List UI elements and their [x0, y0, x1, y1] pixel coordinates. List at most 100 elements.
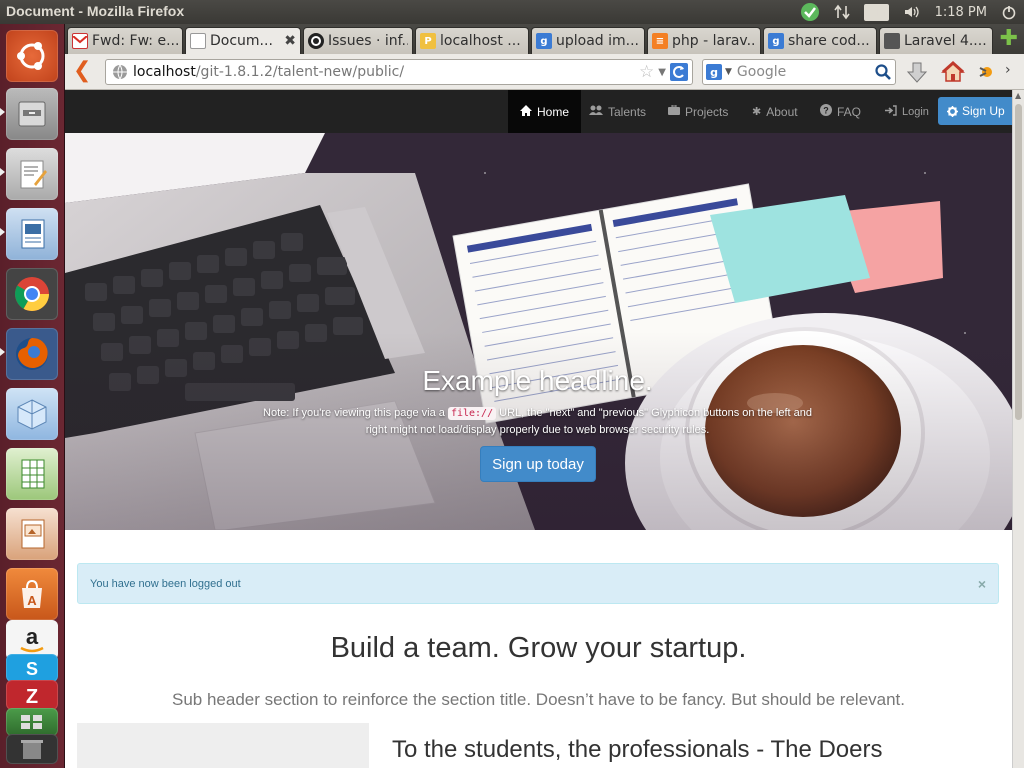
volume-icon[interactable]	[903, 4, 921, 20]
url-host: localhost	[133, 64, 196, 80]
nav-faq[interactable]: ? FAQ	[820, 90, 861, 133]
laravel-icon	[884, 33, 900, 49]
site-navbar: Home Talents Projects ✱ About ? FAQ Logi…	[65, 90, 1012, 133]
tab-label: upload im...	[556, 33, 640, 49]
tab-localhost[interactable]: P localhost ...	[415, 27, 529, 54]
hero-caption: Example headline. Note: If you're viewin…	[260, 365, 815, 438]
login-icon	[885, 104, 897, 119]
tab-document[interactable]: Docum... ✖	[185, 27, 301, 54]
workspace-switcher-icon[interactable]	[6, 708, 58, 736]
unity-launcher: A a S Z	[0, 24, 65, 768]
sync-icon[interactable]	[800, 2, 820, 22]
scrollbar-thumb[interactable]	[1015, 104, 1022, 420]
pma-icon: P	[420, 33, 436, 49]
hero-note-code: file://	[447, 407, 497, 420]
ubuntu-dash-icon[interactable]	[6, 30, 58, 82]
github-icon	[308, 33, 324, 49]
downloads-icon[interactable]	[905, 61, 929, 89]
tab-label: localhost ...	[440, 33, 521, 49]
firefox-window: Fwd: Fw: e... Docum... ✖ Issues · inf...…	[65, 24, 1024, 768]
virtualbox-icon[interactable]	[6, 388, 58, 440]
tab-strip: Fwd: Fw: e... Docum... ✖ Issues · inf...…	[65, 24, 1024, 54]
tab-stackoverflow[interactable]: ≡ php - larav...	[647, 27, 761, 54]
vertical-scrollbar[interactable]: ▲	[1012, 90, 1024, 768]
page-content: Home Talents Projects ✱ About ? FAQ Logi…	[65, 90, 1012, 768]
new-tab-button[interactable]: ✚	[1000, 28, 1018, 50]
nav-home[interactable]: Home	[508, 90, 582, 133]
hero-note-before: Note: If you're viewing this page via a	[263, 407, 445, 419]
nav-signup-button[interactable]: Sign Up	[938, 97, 1012, 125]
magnifier-icon[interactable]	[875, 64, 891, 80]
gmail-icon	[72, 33, 88, 49]
system-tray: En 1:18 PM	[793, 0, 1024, 24]
nav-login-label: Login	[902, 105, 929, 118]
alert-close-icon[interactable]: ×	[978, 576, 986, 592]
files-icon[interactable]	[6, 88, 58, 140]
doers-heading: To the students, the professionals - The…	[392, 736, 883, 763]
briefcase-icon	[668, 104, 680, 118]
nav-talents[interactable]: Talents	[589, 90, 646, 133]
google-search-engine-icon[interactable]: g	[706, 64, 722, 80]
text-editor-icon[interactable]	[6, 148, 58, 200]
libreoffice-writer-icon[interactable]	[6, 208, 58, 260]
logout-alert: You have now been logged out ×	[77, 563, 999, 604]
chrome-icon[interactable]	[6, 268, 58, 320]
navigation-toolbar: ❮ localhost/git-1.8.1.2/talent-new/publi…	[65, 54, 1024, 90]
libreoffice-impress-icon[interactable]	[6, 508, 58, 560]
engine-dropdown-icon[interactable]: ▼	[725, 67, 732, 77]
url-bar[interactable]: localhost/git-1.8.1.2/talent-new/public/…	[105, 59, 693, 85]
addon-icon[interactable]	[977, 62, 997, 86]
stackoverflow-icon: ≡	[652, 33, 668, 49]
google-icon: g	[536, 33, 552, 49]
dropdown-arrow-icon[interactable]: ▼	[658, 67, 666, 78]
tab-upload-images[interactable]: g upload im...	[531, 27, 645, 54]
nav-about[interactable]: ✱ About	[752, 90, 798, 133]
signup-label: Sign Up	[962, 104, 1005, 118]
question-icon: ?	[820, 104, 832, 119]
software-center-icon[interactable]: A	[6, 568, 58, 620]
tab-label: Docum...	[210, 33, 273, 49]
search-box[interactable]: g ▼ Google	[702, 59, 896, 85]
svg-text:S: S	[26, 659, 38, 679]
home-icon	[520, 104, 532, 119]
filezilla-icon[interactable]: Z	[6, 680, 58, 710]
trash-icon[interactable]	[6, 734, 58, 764]
tab-label: share cod...	[788, 33, 870, 49]
hero-note: Note: If you're viewing this page via a …	[260, 405, 815, 438]
nav-projects-label: Projects	[685, 104, 729, 119]
bookmark-star-icon[interactable]: ☆	[639, 62, 654, 82]
search-placeholder: Google	[736, 64, 787, 80]
libreoffice-calc-icon[interactable]	[6, 448, 58, 500]
tab-label: Fwd: Fw: e...	[92, 33, 178, 49]
clock[interactable]: 1:18 PM	[935, 5, 987, 20]
globe-icon[interactable]	[112, 64, 128, 80]
blank-page-icon	[190, 33, 206, 49]
users-icon	[589, 105, 603, 118]
keyboard-layout-indicator[interactable]: En	[864, 3, 889, 21]
power-icon[interactable]	[1001, 4, 1017, 20]
tab-github-issues[interactable]: Issues · inf...	[303, 27, 413, 54]
reload-icon[interactable]	[670, 63, 688, 81]
home-button-icon[interactable]	[941, 60, 965, 88]
skype-icon[interactable]: S	[6, 654, 58, 682]
network-icon[interactable]	[834, 4, 851, 20]
signup-today-button[interactable]: Sign up today	[480, 446, 596, 482]
tab-share-code[interactable]: g share cod...	[763, 27, 877, 54]
nav-login[interactable]: Login	[885, 90, 929, 133]
tab-label: php - larav...	[672, 33, 756, 49]
firefox-icon[interactable]	[6, 328, 58, 380]
svg-text:Z: Z	[26, 686, 38, 708]
svg-text:A: A	[27, 593, 37, 608]
close-tab-icon[interactable]: ✖	[278, 33, 296, 49]
tab-label: Issues · inf...	[328, 33, 408, 49]
tab-laravel[interactable]: Laravel 4....	[879, 27, 993, 54]
nav-home-label: Home	[537, 104, 570, 119]
nav-projects[interactable]: Projects	[668, 90, 728, 133]
toolbar-overflow-icon[interactable]: ›	[1005, 62, 1011, 78]
back-button[interactable]: ❮	[73, 58, 91, 83]
section-subtitle: Sub header section to reinforce the sect…	[171, 690, 906, 709]
nav-talents-label: Talents	[608, 104, 647, 119]
scroll-up-arrow-icon[interactable]: ▲	[1015, 91, 1021, 100]
asterisk-icon: ✱	[752, 106, 762, 118]
tab-gmail[interactable]: Fwd: Fw: e...	[67, 27, 183, 54]
